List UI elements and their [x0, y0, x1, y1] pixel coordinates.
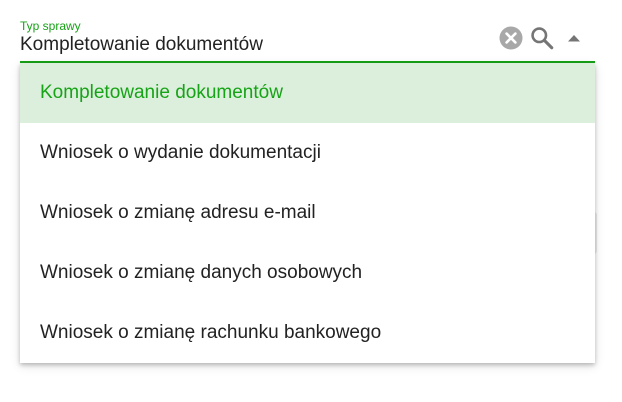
search-icon [531, 27, 554, 50]
case-type-select[interactable]: Typ sprawy Kompletowanie dokumentów [20, 14, 595, 63]
clear-button[interactable] [498, 25, 524, 51]
close-circle-icon [499, 26, 523, 50]
dropdown-menu: Kompletowanie dokumentów Wniosek o wydan… [20, 63, 595, 363]
menu-item-kompletowanie-dokumentow[interactable]: Kompletowanie dokumentów [20, 63, 595, 123]
toggle-dropdown-button[interactable] [561, 25, 587, 51]
search-button[interactable] [529, 25, 555, 51]
page: Typ sprawy Kompletowanie dokumentów Komp… [0, 0, 622, 402]
menu-item-wydanie-dokumentacji[interactable]: Wniosek o wydanie dokumentacji [20, 123, 595, 183]
arrow-up-icon [568, 35, 580, 42]
field-actions [498, 24, 587, 52]
menu-item-zmiana-adresu-email[interactable]: Wniosek o zmianę adresu e-mail [20, 183, 595, 243]
menu-item-zmiana-danych-osobowych[interactable]: Wniosek o zmianę danych osobowych [20, 243, 595, 303]
case-type-label: Typ sprawy [20, 19, 81, 33]
menu-item-zmiana-rachunku-bankowego[interactable]: Wniosek o zmianę rachunku bankowego [20, 303, 595, 363]
case-type-value: Kompletowanie dokumentów [20, 34, 263, 55]
